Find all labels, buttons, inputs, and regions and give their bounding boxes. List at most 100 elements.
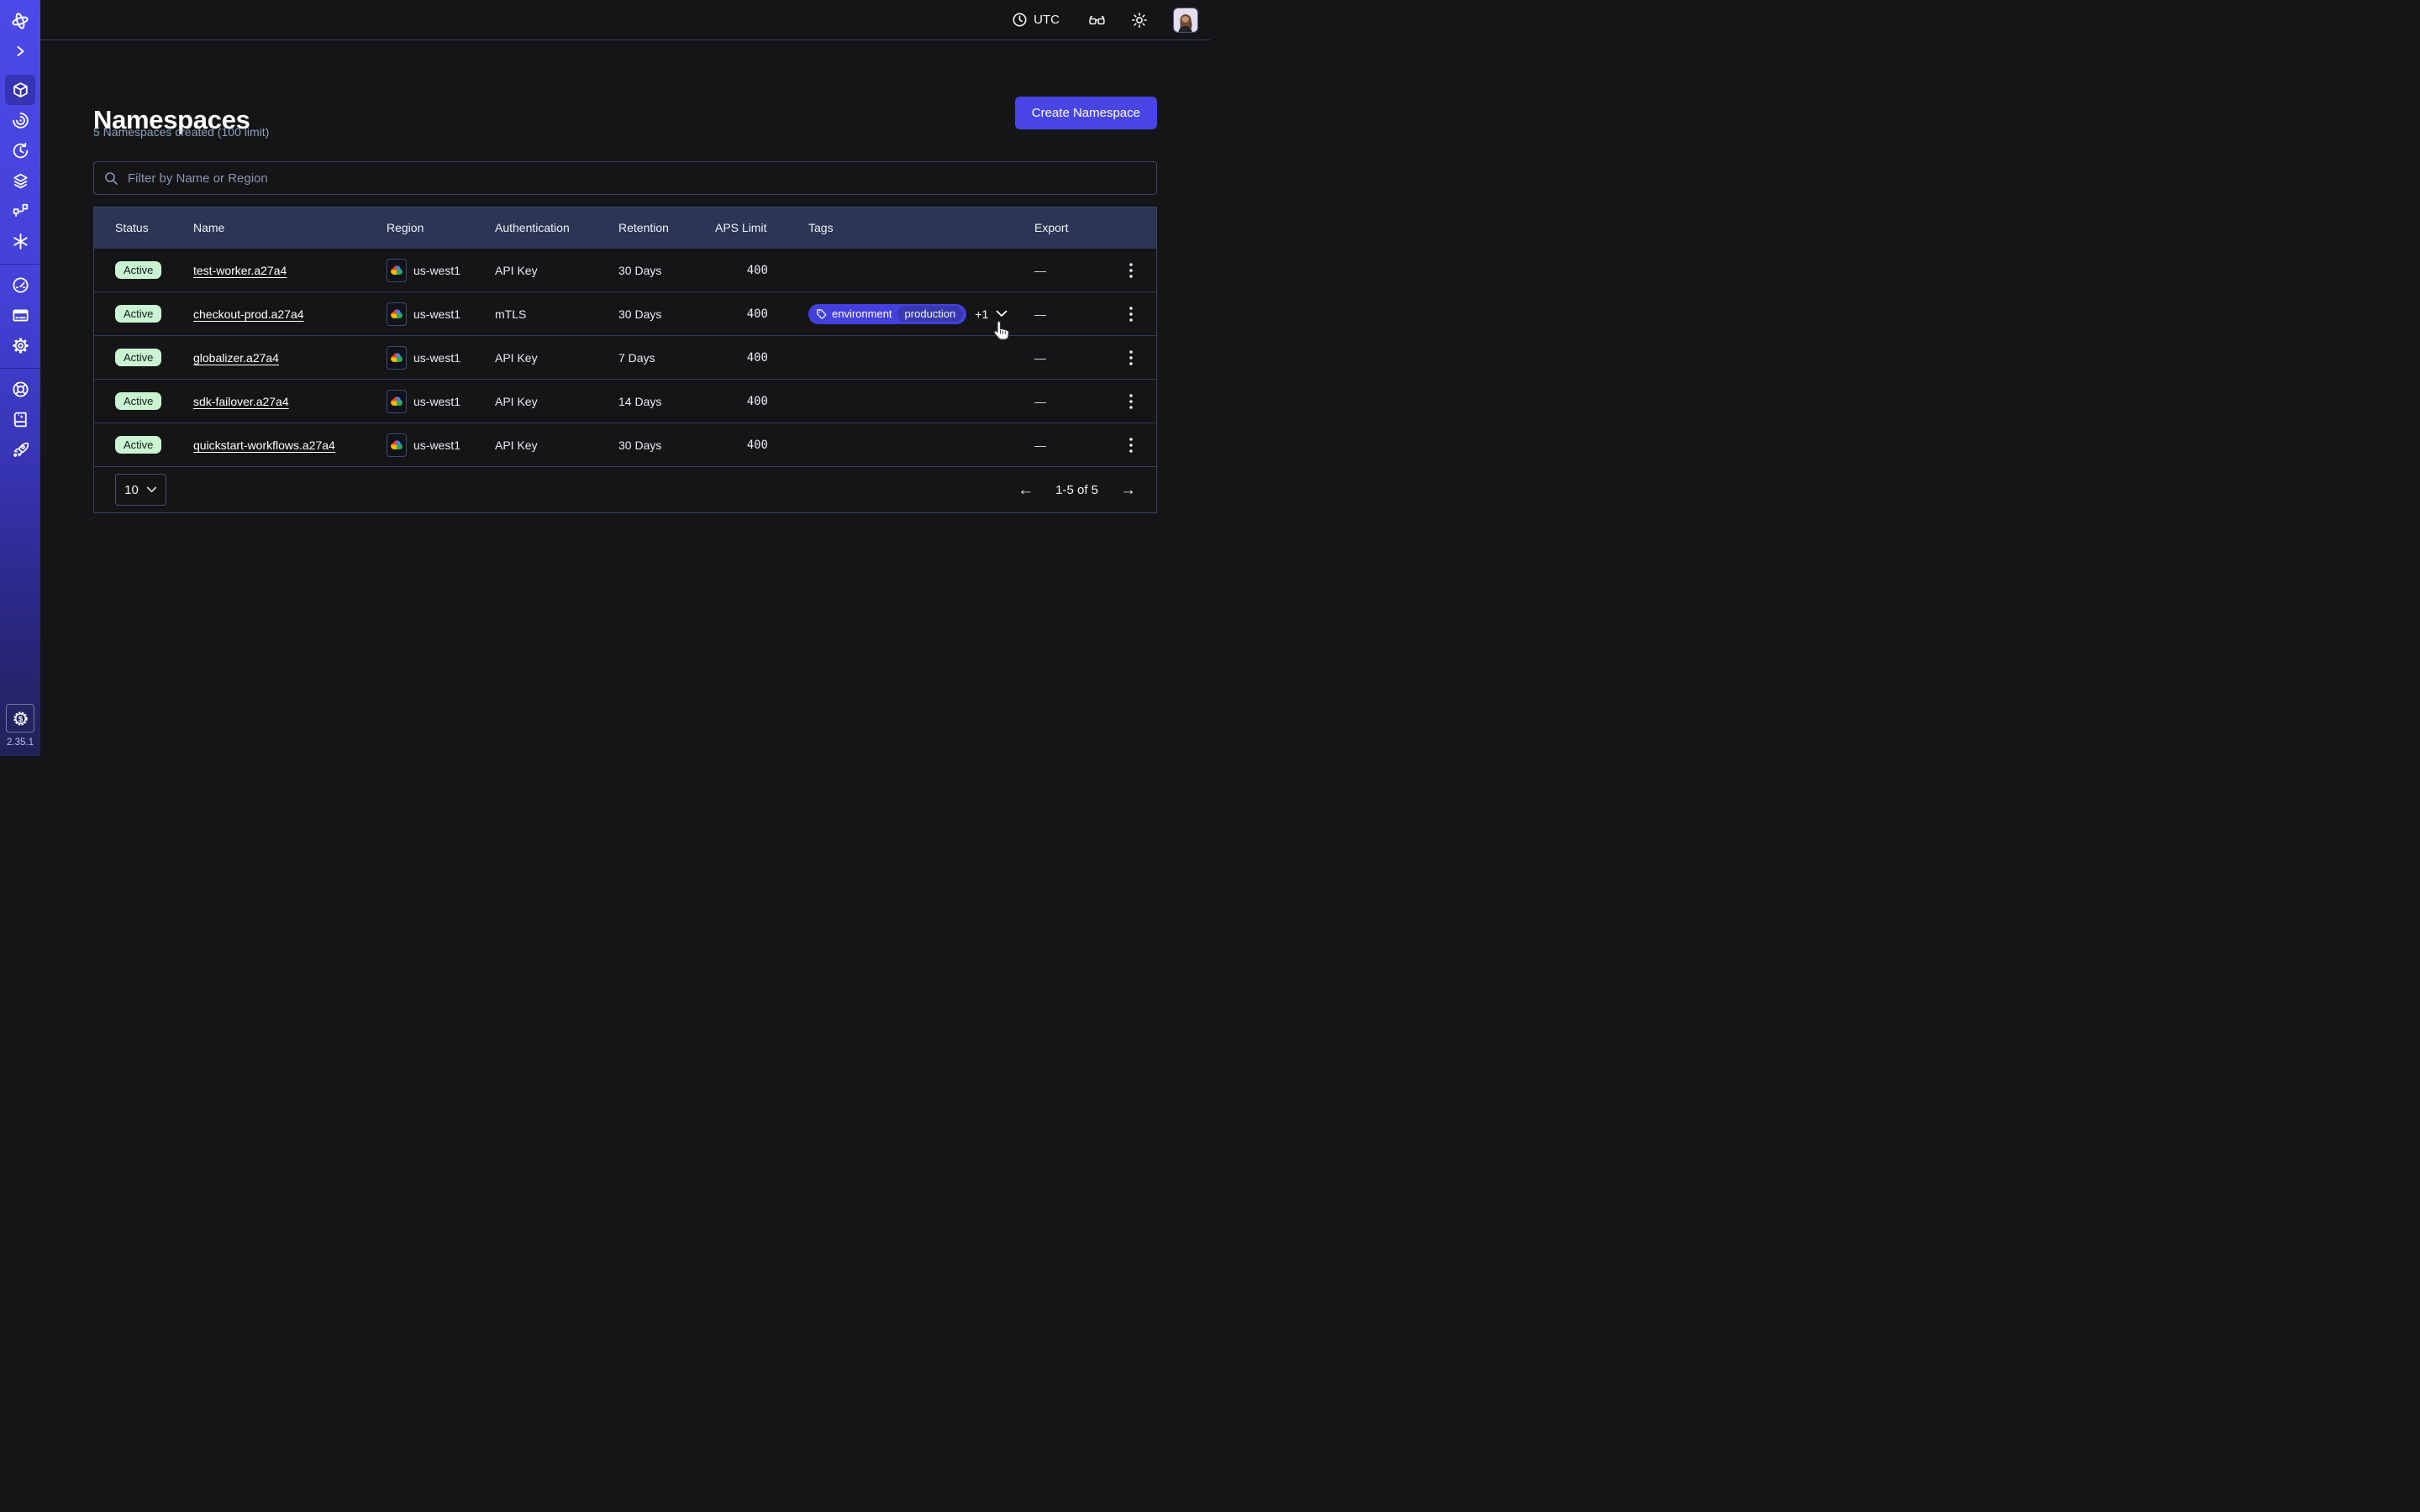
gcp-cloud-icon <box>387 302 407 326</box>
export-value: — <box>1034 351 1105 365</box>
region-label: us-west1 <box>413 351 460 365</box>
sidebar-item-support[interactable] <box>5 374 35 404</box>
sidebar-item-deployments[interactable] <box>5 165 35 196</box>
aps-limit-value: 400 <box>715 395 808 408</box>
col-status: Status <box>115 221 193 234</box>
gcp-cloud-icon <box>387 390 407 413</box>
sidebar-item-schedules[interactable] <box>5 135 35 165</box>
sidebar-item-billing[interactable] <box>5 300 35 330</box>
timezone-selector[interactable]: UTC <box>1012 12 1060 28</box>
table-row: Active sdk-failover.a27a4 us-west1 API K… <box>94 379 1156 423</box>
col-authentication: Authentication <box>495 221 618 234</box>
namespace-link[interactable]: quickstart-workflows.a27a4 <box>193 438 335 452</box>
sidebar-item-batch-operations[interactable] <box>5 226 35 256</box>
namespace-link[interactable]: checkout-prod.a27a4 <box>193 307 304 321</box>
sidebar-item-docs[interactable] <box>5 404 35 434</box>
pagination-range: 1-5 of 5 <box>1055 483 1098 497</box>
sun-icon <box>1131 12 1148 29</box>
col-name: Name <box>193 221 387 234</box>
col-region: Region <box>387 221 495 234</box>
clock-icon <box>1012 12 1028 28</box>
col-tags: Tags <box>808 221 1034 234</box>
temporal-logo[interactable] <box>5 6 35 36</box>
sidebar-divider <box>0 264 40 265</box>
retention-value: 14 Days <box>618 395 715 408</box>
row-menu-kebab-icon[interactable] <box>1119 433 1143 457</box>
row-menu-kebab-icon[interactable] <box>1119 302 1143 326</box>
export-value: — <box>1034 395 1105 408</box>
namespaces-table: Status Name Region Authentication Retent… <box>93 207 1157 513</box>
prev-page-arrow-icon[interactable]: ← <box>1018 482 1034 498</box>
namespace-link[interactable]: globalizer.a27a4 <box>193 351 279 365</box>
aps-limit-value: 400 <box>715 351 808 365</box>
aps-limit-value: 400 <box>715 307 808 321</box>
tag-icon <box>816 308 827 319</box>
row-menu-kebab-icon[interactable] <box>1119 259 1143 282</box>
export-value: — <box>1034 264 1105 277</box>
sidebar-item-usage[interactable] <box>5 270 35 300</box>
authentication-value: API Key <box>495 438 618 452</box>
export-value: — <box>1034 307 1105 321</box>
sidebar-item-workflows[interactable] <box>5 105 35 135</box>
aps-limit-value: 400 <box>715 438 808 452</box>
tags-cell: environment production +1 <box>808 304 1034 324</box>
aps-limit-value: 400 <box>715 264 808 277</box>
chevron-down-icon[interactable] <box>996 310 1007 318</box>
sidebar-item-settings[interactable] <box>5 330 35 360</box>
pricing-icon[interactable]: $ <box>6 704 34 732</box>
namespace-link[interactable]: test-worker.a27a4 <box>193 264 287 277</box>
retention-value: 30 Days <box>618 438 715 452</box>
gcp-cloud-icon <box>387 259 407 282</box>
sidebar-item-namespaces[interactable] <box>5 75 35 105</box>
status-badge: Active <box>115 392 161 410</box>
glasses-icon <box>1088 13 1106 28</box>
sidebar: $ 2.35.1 <box>0 0 40 756</box>
page-size-select[interactable]: 10 <box>115 474 166 506</box>
svg-text:$: $ <box>18 714 23 723</box>
gcp-cloud-icon <box>387 346 407 370</box>
tag-key: environment <box>832 307 892 320</box>
tag-value: production <box>897 306 964 322</box>
status-badge: Active <box>115 261 161 279</box>
avatar[interactable] <box>1173 8 1198 33</box>
col-retention: Retention <box>618 221 715 234</box>
theme-toggle[interactable] <box>1131 12 1148 29</box>
page-size-value: 10 <box>124 483 139 497</box>
retention-value: 30 Days <box>618 264 715 277</box>
next-page-arrow-icon[interactable]: → <box>1120 482 1136 498</box>
sidebar-divider <box>0 368 40 369</box>
row-menu-kebab-icon[interactable] <box>1119 346 1143 370</box>
status-badge: Active <box>115 305 161 323</box>
namespace-link[interactable]: sdk-failover.a27a4 <box>193 395 289 408</box>
region-label: us-west1 <box>413 307 460 321</box>
region-label: us-west1 <box>413 264 460 277</box>
sidebar-item-getting-started[interactable] <box>5 434 35 465</box>
timezone-label: UTC <box>1034 13 1060 27</box>
authentication-value: API Key <box>495 351 618 365</box>
export-value: — <box>1034 438 1105 452</box>
authentication-value: mTLS <box>495 307 618 321</box>
search-icon <box>104 171 118 186</box>
region-label: us-west1 <box>413 395 460 408</box>
table-row: Active checkout-prod.a27a4 us-west1 mTLS… <box>94 291 1156 335</box>
table-row: Active test-worker.a27a4 us-west1 API Ke… <box>94 248 1156 291</box>
tag-pill[interactable]: environment production <box>808 304 966 324</box>
chevron-down-icon <box>146 486 157 493</box>
filter-input[interactable] <box>126 171 1146 186</box>
retention-value: 30 Days <box>618 307 715 321</box>
col-export: Export <box>1034 221 1105 234</box>
row-menu-kebab-icon[interactable] <box>1119 390 1143 413</box>
labs-glasses-toggle[interactable] <box>1088 13 1106 28</box>
tag-more-count: +1 <box>975 307 988 321</box>
topbar: UTC <box>40 0 1210 40</box>
col-aps-limit: APS Limit <box>715 221 808 234</box>
table-row: Active quickstart-workflows.a27a4 us-wes… <box>94 423 1156 466</box>
expand-icon[interactable] <box>5 36 35 66</box>
retention-value: 7 Days <box>618 351 715 365</box>
sidebar-footer: $ 2.35.1 <box>0 704 40 748</box>
sidebar-item-nexus[interactable] <box>5 196 35 226</box>
pagination-bar: 10 ← 1-5 of 5 → <box>94 466 1156 512</box>
filter-bar <box>93 161 1157 195</box>
status-badge: Active <box>115 349 161 366</box>
create-namespace-button[interactable]: Create Namespace <box>1015 97 1157 129</box>
